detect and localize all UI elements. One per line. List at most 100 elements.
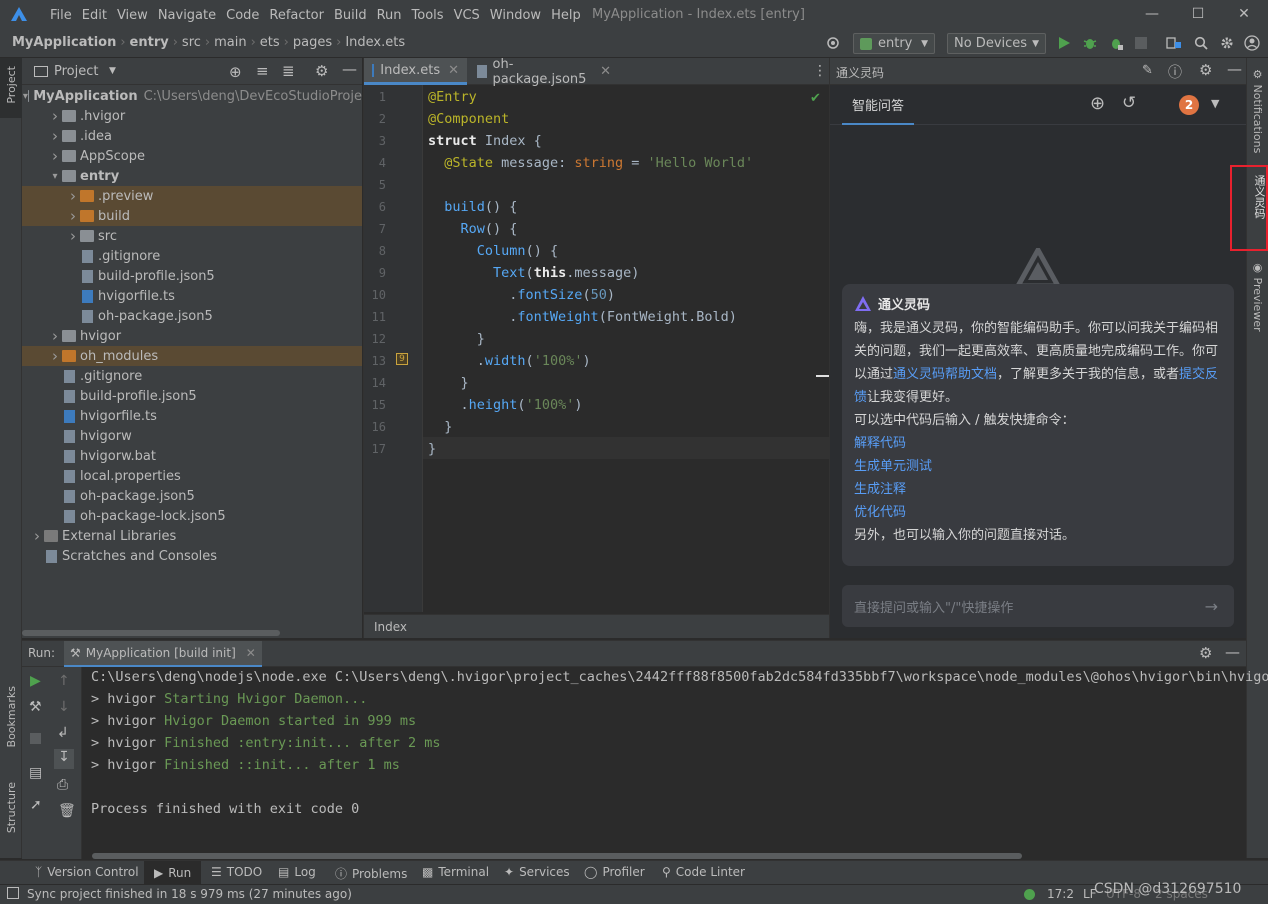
tool-log[interactable]: ▤ Log bbox=[278, 865, 316, 879]
tool-code-linter[interactable]: ⚲ Code Linter bbox=[662, 865, 745, 879]
tree-item[interactable]: build-profile.json5 bbox=[22, 266, 362, 286]
tab-oh-package-json5[interactable]: oh-package.json5 ✕ bbox=[469, 57, 619, 87]
breadcrumb-item[interactable]: Index bbox=[374, 620, 407, 634]
up-arrow-icon[interactable]: ↑ bbox=[58, 673, 70, 689]
scroll-to-end-toggle[interactable]: ↧ bbox=[54, 749, 74, 769]
chevron-down-icon[interactable]: ▼ bbox=[109, 66, 116, 76]
tool-run[interactable]: ▶ Run bbox=[144, 861, 202, 885]
rerun-icon[interactable]: ▶ bbox=[30, 673, 41, 689]
tree-item[interactable]: › .idea bbox=[22, 126, 362, 146]
run-config-tab[interactable]: ⚒ MyApplication [build init] ✕ bbox=[64, 641, 262, 667]
tree-item[interactable]: .gitignore bbox=[22, 366, 362, 386]
tree-item[interactable]: › .hvigor bbox=[22, 106, 362, 126]
soft-wrap-icon[interactable]: ↲ bbox=[57, 725, 69, 741]
close-tab-icon[interactable]: ✕ bbox=[448, 63, 459, 78]
gear-icon[interactable]: ⚙ bbox=[1199, 61, 1212, 79]
tool-services[interactable]: ✦ Services bbox=[504, 865, 570, 879]
menu-refactor[interactable]: Refactor bbox=[264, 8, 329, 23]
status-toggle-icon[interactable] bbox=[7, 887, 19, 899]
command-optimize[interactable]: 优化代码 bbox=[854, 505, 906, 520]
hide-panel-icon[interactable]: — bbox=[1225, 643, 1240, 661]
status-message[interactable]: Sync project finished in 18 s 979 ms (27… bbox=[27, 887, 352, 901]
tool-todo[interactable]: ☰ TODO bbox=[211, 865, 262, 879]
tree-item[interactable]: hvigorw bbox=[22, 426, 362, 446]
tool-terminal[interactable]: ▩ Terminal bbox=[422, 865, 489, 879]
tree-item[interactable]: ▾ MyApplication C:\Users\deng\DevEcoStudio… bbox=[22, 86, 362, 106]
tool-version-control[interactable]: ᛉ Version Control bbox=[35, 865, 139, 879]
tree-item[interactable]: hvigorfile.ts bbox=[22, 286, 362, 306]
wrench-icon[interactable]: ⚒ bbox=[29, 699, 42, 715]
command-explain-code[interactable]: 解释代码 bbox=[854, 436, 906, 451]
run-icon[interactable] bbox=[1057, 36, 1071, 50]
tree-item[interactable]: › build bbox=[22, 206, 362, 226]
help-doc-link[interactable]: 通义灵码帮助文档 bbox=[893, 367, 997, 382]
close-window-button[interactable]: ✕ bbox=[1234, 6, 1254, 24]
history-icon[interactable]: ↺ bbox=[1122, 93, 1136, 113]
tree-item[interactable]: Scratches and Consoles bbox=[22, 546, 362, 566]
cursor-position[interactable]: 17:2 bbox=[1047, 887, 1074, 901]
debug-icon[interactable] bbox=[1083, 36, 1097, 50]
tree-item[interactable]: › src bbox=[22, 226, 362, 246]
menu-view[interactable]: View bbox=[112, 8, 153, 23]
settings-gear-icon[interactable] bbox=[1220, 36, 1234, 50]
tree-item[interactable]: ▾ entry bbox=[22, 166, 362, 186]
close-tab-icon[interactable]: ✕ bbox=[600, 64, 611, 79]
close-tab-icon[interactable]: ✕ bbox=[246, 646, 256, 660]
menu-tools[interactable]: Tools bbox=[407, 8, 449, 23]
tree-item[interactable]: hvigorw.bat bbox=[22, 446, 362, 466]
breadcrumb-item[interactable]: pages bbox=[293, 35, 332, 50]
module-select[interactable]: entry ▼ bbox=[853, 33, 935, 54]
command-comments[interactable]: 生成注释 bbox=[854, 482, 906, 497]
edit-icon[interactable]: ✎ bbox=[1142, 63, 1153, 78]
chevron-down-icon[interactable]: ▼ bbox=[1211, 97, 1219, 110]
menu-window[interactable]: Window bbox=[485, 8, 546, 23]
tree-item[interactable]: › AppScope bbox=[22, 146, 362, 166]
breadcrumb-item[interactable]: src bbox=[182, 35, 201, 50]
menu-code[interactable]: Code bbox=[221, 8, 264, 23]
breadcrumb-item[interactable]: MyApplication bbox=[12, 35, 116, 50]
stop-icon[interactable] bbox=[30, 733, 41, 744]
hide-panel-icon[interactable]: — bbox=[1227, 60, 1242, 78]
menu-vcs[interactable]: VCS bbox=[449, 8, 485, 23]
attach-debugger-icon[interactable] bbox=[1109, 36, 1123, 50]
breadcrumb-item[interactable]: entry bbox=[130, 35, 169, 50]
help-icon[interactable]: ⓘ bbox=[1168, 62, 1182, 82]
chevron-right-icon[interactable]: › bbox=[30, 527, 44, 545]
preview-marker-icon[interactable]: 9 bbox=[396, 353, 408, 365]
chat-input[interactable]: 直接提问或输入"/"快捷操作 → bbox=[842, 585, 1234, 627]
stop-icon[interactable] bbox=[1135, 37, 1147, 49]
expand-all-icon[interactable]: ≡ bbox=[256, 62, 269, 80]
target-icon[interactable] bbox=[826, 36, 840, 50]
tree-item[interactable]: oh-package-lock.json5 bbox=[22, 506, 362, 526]
horizontal-scrollbar[interactable] bbox=[22, 630, 280, 636]
tab-index-ets[interactable]: Index.ets ✕ bbox=[364, 58, 467, 85]
notifications-tool-tab[interactable]: ⚙ Notifications bbox=[1251, 68, 1264, 153]
down-arrow-icon[interactable]: ↓ bbox=[58, 699, 70, 715]
hide-panel-icon[interactable]: — bbox=[342, 60, 357, 78]
tree-item[interactable]: local.properties bbox=[22, 466, 362, 486]
account-icon[interactable] bbox=[1244, 35, 1260, 51]
print-icon[interactable]: ⎙ bbox=[57, 777, 68, 793]
chevron-right-icon[interactable]: › bbox=[48, 127, 62, 145]
trash-icon[interactable]: 🗑 bbox=[58, 803, 76, 819]
breadcrumb-item[interactable]: Index.ets bbox=[345, 35, 405, 50]
chevron-right-icon[interactable]: › bbox=[48, 107, 62, 125]
collapse-all-icon[interactable]: ≣ bbox=[282, 62, 295, 80]
bookmarks-tool-tab[interactable]: Bookmarks bbox=[5, 686, 18, 747]
menu-help[interactable]: Help bbox=[546, 8, 586, 23]
tree-item[interactable]: build-profile.json5 bbox=[22, 386, 362, 406]
menu-run[interactable]: Run bbox=[372, 8, 407, 23]
tree-item[interactable]: oh-package.json5 bbox=[22, 306, 362, 326]
breadcrumb-item[interactable]: main bbox=[214, 35, 246, 50]
chevron-right-icon[interactable]: › bbox=[66, 227, 80, 245]
chevron-right-icon[interactable]: › bbox=[66, 207, 80, 225]
notification-badge[interactable]: 2 bbox=[1179, 95, 1199, 115]
tree-item[interactable]: › hvigor bbox=[22, 326, 362, 346]
chevron-right-icon[interactable]: › bbox=[48, 327, 62, 345]
command-unit-test[interactable]: 生成单元测试 bbox=[854, 459, 932, 474]
tree-item[interactable]: hvigorfile.ts bbox=[22, 406, 362, 426]
new-chat-icon[interactable]: ⊕ bbox=[1090, 93, 1105, 114]
console-horizontal-scrollbar[interactable] bbox=[92, 853, 1022, 859]
tab-smart-qa[interactable]: 智能问答 bbox=[842, 85, 915, 125]
previewer-tool-tab[interactable]: ◉ Previewer bbox=[1251, 261, 1264, 332]
